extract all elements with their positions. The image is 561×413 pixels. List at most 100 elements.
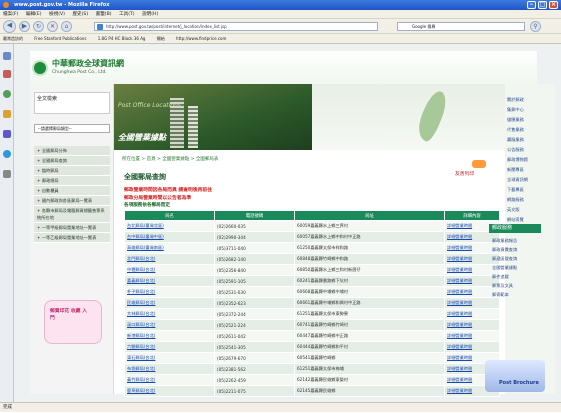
address: 60850嘉義縣水上鄉三和村新厝仔 — [294, 264, 445, 276]
post-office-name-link[interactable]: 新港郵局(台北) — [124, 330, 215, 342]
left-menu-item[interactable]: + 全國郵局分佈 — [34, 146, 110, 156]
home-icon[interactable]: ⌂ — [61, 21, 72, 32]
navigation-toolbar: ◀ ▶ ↻ ✕ ⌂ http://www.post.gov.tw/post/in… — [0, 19, 561, 34]
bookmark-item[interactable]: 開始 — [157, 36, 165, 41]
brochure-banner[interactable]: Post Brochure — [485, 360, 545, 392]
post-office-name-link[interactable]: 中壢郵局(台北) — [124, 264, 215, 276]
close-button[interactable]: × — [549, 1, 558, 9]
menu-file[interactable]: 檔案(F) — [3, 12, 18, 17]
post-office-name-link[interactable]: 布袋郵局(台北) — [124, 363, 215, 375]
post-office-name-link[interactable]: 鹿草郵局(台北) — [124, 385, 215, 397]
right-menu-item[interactable]: 下載專區 — [507, 186, 553, 193]
post-office-name-link[interactable]: 東石郵局(台北) — [124, 352, 215, 364]
menu-tools[interactable]: 工具(T) — [119, 12, 135, 17]
right-menu-item[interactable]: 儲匯業務 — [507, 116, 553, 123]
post-office-name-link[interactable]: 台北郵局(臺灣北區) — [124, 220, 215, 232]
fulltext-search-box[interactable]: 全文檢索 — [34, 92, 110, 114]
left-menu-item[interactable]: + 臨時郵局 — [34, 166, 110, 176]
detail-link[interactable]: 詳細營業時間 — [444, 319, 500, 331]
table-row: 朴子郵局(台北) (05)2531-030 60668嘉義縣中埔鄉中埔村 詳細營業時間 — [124, 286, 500, 298]
site-favicon — [97, 24, 103, 30]
right-menu-item[interactable]: 新聞專區 — [507, 166, 553, 173]
search-input[interactable]: Google 搜尋 — [397, 22, 525, 31]
right-menu-item[interactable]: 郵政博物館 — [507, 156, 553, 163]
url-bar[interactable]: http://www.post.gov.tw/post/internet/j_l… — [94, 22, 378, 31]
post-office-name-link[interactable]: 嘉義郵局(台北) — [124, 275, 215, 287]
bookmark-sidebar-icon[interactable] — [3, 52, 11, 60]
bookmark-item[interactable]: 1.8G P4 HC Black 36 Ag — [98, 36, 146, 41]
bookmark-item[interactable]: http://www.findprice.com — [176, 36, 226, 41]
left-menu-item[interactable]: + 一等乙級郵局營業地址一覽表 — [34, 233, 110, 243]
promo-banner[interactable] — [44, 300, 102, 344]
post-office-name-link[interactable]: 義竹郵局(台北) — [124, 374, 215, 386]
breadcrumb[interactable]: 所在位置 > 首頁 > 全國營業據點 > 全國郵局表 — [122, 156, 218, 162]
print-link[interactable]: 友善列印 — [455, 170, 474, 177]
left-menu-item[interactable]: + 自動櫃員 — [34, 186, 110, 196]
post-office-name-link[interactable]: 大林郵局(台北) — [124, 308, 215, 320]
service-menu-item[interactable]: 全國營業據點 — [489, 263, 543, 272]
detail-link[interactable]: 詳細營業時間 — [444, 341, 500, 353]
service-menu-item[interactable]: 郵件追蹤 — [489, 272, 543, 281]
right-menu-item[interactable]: 公告服務 — [507, 146, 553, 153]
table-row: 東石郵局(台北) (05)2679-670 60541嘉義縣竹崎鄉 詳細營業時間 — [124, 352, 500, 364]
site-name[interactable]: 中華郵政全球資訊網 — [52, 58, 124, 69]
post-office-name-link[interactable]: 六腳郵局(台北) — [124, 341, 215, 353]
left-menu-item[interactable]: + 郵政總局 — [34, 176, 110, 186]
right-menu-item[interactable]: 代售業務 — [507, 126, 553, 133]
service-menu-item[interactable]: 郵票及文具 — [489, 281, 543, 290]
post-office-name-link[interactable]: 溪口郵局(台北) — [124, 319, 215, 331]
right-menu-item[interactable]: 英文版 — [507, 206, 553, 213]
post-logo-icon[interactable] — [32, 60, 48, 76]
download-icon[interactable] — [3, 130, 11, 138]
reload-icon[interactable]: ↻ — [33, 21, 44, 32]
settings-icon[interactable] — [3, 170, 11, 178]
table-row: 高雄郵局(臺灣南區) (05)3711-040 61250嘉義縣太保市祥和路 詳細營業… — [124, 242, 500, 254]
history-sidebar-icon[interactable] — [3, 70, 11, 78]
right-menu-item[interactable]: 壽險業務 — [507, 136, 553, 143]
detail-link[interactable]: 詳細營業時間 — [444, 308, 500, 320]
left-menu-item[interactable]: + 國內郵政與各區郵局一覽表 — [34, 196, 110, 206]
menu-bookmarks[interactable]: 書籤(B) — [96, 12, 112, 17]
globe-icon[interactable] — [3, 150, 11, 158]
left-menu-item[interactable]: + 一等甲級郵局營業地址一覽表 — [34, 223, 110, 233]
bookmark-item[interactable]: Free Stanford Publications — [34, 36, 86, 41]
column-header: 局址 — [294, 210, 445, 221]
left-menu-item[interactable]: + 全國郵局查詢 — [34, 156, 110, 166]
service-menu-item[interactable]: 郵遞區號查詢 — [489, 254, 543, 263]
left-menu-item[interactable]: + 各縣市郵局及電腦郵資標籤售票系統所在地 — [34, 206, 110, 223]
minimize-button[interactable]: – — [527, 1, 536, 9]
phone-number: (05)2262-459 — [214, 374, 295, 386]
service-menu-item[interactable]: 郵寄範本 — [489, 290, 543, 299]
post-type-select[interactable]: --請選擇郵局類型-- — [34, 124, 110, 133]
site-name-en: Chunghwa Post Co., Ltd. — [52, 70, 107, 75]
back-icon[interactable]: ◀ — [3, 20, 16, 33]
clock-icon[interactable] — [3, 90, 11, 98]
menu-history[interactable]: 歷史(S) — [72, 12, 88, 17]
tool-icon[interactable] — [3, 110, 11, 118]
stop-icon[interactable]: ✕ — [47, 21, 58, 32]
forward-icon[interactable]: ▶ — [19, 21, 30, 32]
right-menu-item[interactable]: 關於郵政 — [507, 96, 553, 103]
post-office-name-link[interactable]: 北門郵局(台北) — [124, 253, 215, 265]
right-menu-item[interactable]: 網站導覽 — [507, 216, 553, 223]
menu-edit[interactable]: 編輯(E) — [26, 12, 42, 17]
table-body: 台北郵局(臺灣北區) (02)2660-035 60059嘉義縣水上鄉三界村 詳細營業… — [124, 220, 500, 397]
service-menu-item[interactable]: 郵政業務報告 — [489, 236, 543, 245]
menu-help[interactable]: 說明(H) — [142, 12, 158, 17]
right-menu-item[interactable]: 集郵中心 — [507, 106, 553, 113]
post-office-name-link[interactable]: 民雄郵局(台北) — [124, 297, 215, 309]
right-menu-item[interactable]: 網路服務 — [507, 196, 553, 203]
taiwan-map-image — [312, 84, 505, 150]
search-icon[interactable]: ⚲ — [530, 21, 541, 32]
detail-link[interactable]: 詳細營業時間 — [444, 330, 500, 342]
print-icon[interactable] — [472, 160, 486, 168]
post-office-name-link[interactable]: 朴子郵局(台北) — [124, 286, 215, 298]
post-office-name-link[interactable]: 台中郵局(臺灣中區) — [124, 231, 215, 243]
post-office-name-link[interactable]: 高雄郵局(臺灣南區) — [124, 242, 215, 254]
menu-view[interactable]: 檢視(V) — [49, 12, 65, 17]
service-menu-item[interactable]: 郵政資費查詢 — [489, 245, 543, 254]
detail-link[interactable]: 詳細營業時間 — [444, 297, 500, 309]
maximize-button[interactable]: □ — [538, 1, 547, 9]
bookmark-item[interactable]: 最常造訪的 — [3, 36, 23, 41]
right-menu-item[interactable]: 全球資訊網 — [507, 176, 553, 183]
